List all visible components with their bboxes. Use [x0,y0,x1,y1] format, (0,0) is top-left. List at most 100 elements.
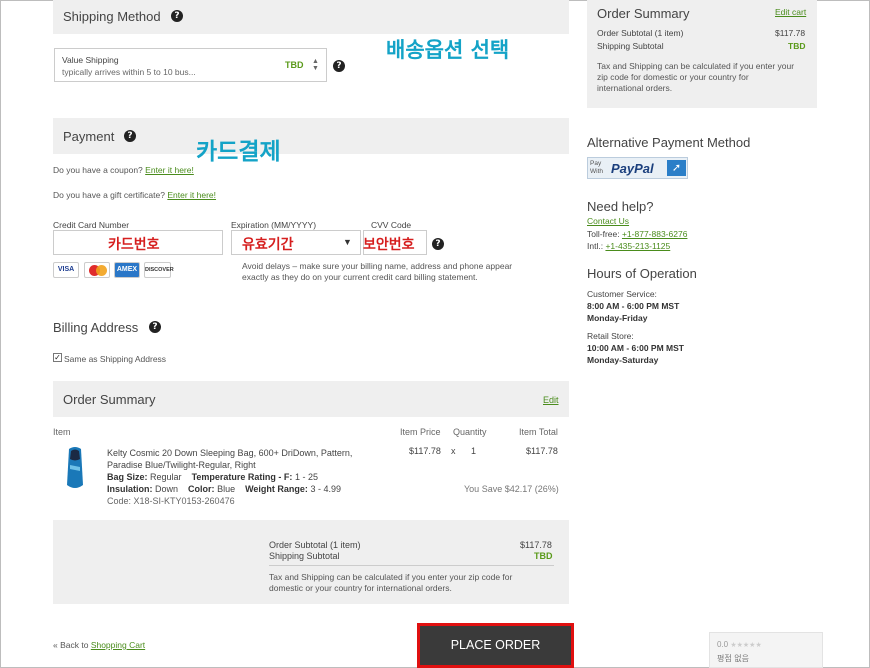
gift-text: Do you have a gift certificate? [53,190,165,200]
order-edit-link[interactable]: Edit [543,395,559,405]
sidebar-subtotal-label: Order Subtotal (1 item) [597,28,684,38]
rating-score: 0.0 [717,640,729,649]
col-price: Item Price [400,427,441,437]
sidebar-shipping-value: TBD [788,41,806,51]
order-summary-title: Order Summary [63,392,156,407]
subtotal-value: $117.78 [520,540,552,550]
back-row: « Back to Shopping Cart [53,640,145,650]
help-title: Need help? [587,199,654,214]
discover-card-icon: DISCOVER [144,262,174,278]
shipping-subtotal-value: TBD [534,551,553,561]
totals-divider [269,565,554,566]
product-thumbnail[interactable] [64,445,86,491]
cc-label: Credit Card Number [53,220,130,230]
billing-notice: Avoid delays – make sure your billing na… [242,261,512,283]
insulation-value: Down [155,484,179,494]
edit-cart-link[interactable]: Edit cart [775,7,806,17]
rs-time: 10:00 AM - 6:00 PM MST [587,343,684,353]
order-summary-header: Order Summary Edit [53,381,569,417]
color-value: Blue [217,484,236,494]
paypal-button[interactable]: Pay With PayPal ➚ [587,157,688,179]
item-price: $117.78 [409,446,441,456]
color-label: Color: [188,484,215,494]
mastercard-card-icon [84,262,110,278]
paypal-pay-with: Pay With [590,160,603,176]
billing-help-icon[interactable]: ? [149,321,161,333]
rating-text: 평점 없음 [717,654,749,663]
shipping-annotation: 배송옵션 선택 [386,38,510,62]
product-attrs-row2: Insulation: Down Color: Blue Weight Rang… [107,483,352,495]
hours-title: Hours of Operation [587,266,697,281]
insulation-label: Insulation: [107,484,153,494]
rating-row: 0.0 ★★★★★ [717,640,762,649]
shipping-option-price: TBD [285,60,304,70]
visa-card-icon: VISA [53,262,79,278]
item-qty: 1 [471,446,477,456]
cs-label: Customer Service: [587,289,657,299]
shipping-option-name: Value Shipping [62,55,119,65]
gift-link[interactable]: Enter it here! [167,190,216,200]
col-total: Item Total [519,427,558,437]
item-total: $117.78 [526,446,558,456]
payment-title: Payment [63,129,115,144]
shipping-option-help-icon[interactable]: ? [333,60,345,72]
cvv-label: CVV Code [371,220,412,230]
sidebar-summary: Order Summary Edit cart Order Subtotal (… [587,0,817,108]
billing-notice-line1: Avoid delays – make sure your billing na… [242,261,513,271]
dropdown-arrow-icon: ▼ [343,237,352,247]
contact-link[interactable]: Contact Us [587,216,629,226]
gift-row: Do you have a gift certificate? Enter it… [53,190,216,200]
product-details: Kelty Cosmic 20 Down Sleeping Bag, 600+ … [107,447,352,507]
billing-notice-line2: exactly as they do on your current credi… [242,272,478,282]
product-code: Code: X18-SI-KTY0153-260476 [107,496,235,506]
cs-time: 8:00 AM - 6:00 PM MST [587,301,680,311]
amex-card-icon: AMEX [114,262,140,278]
cvv-help-icon[interactable]: ? [432,238,444,250]
paypal-logo: PayPal [611,161,654,176]
temp-label: Temperature Rating - F: [191,472,293,482]
alt-payment-title: Alternative Payment Method [587,135,751,150]
tollfree-row: Toll-free: +1-877-883-6276 [587,229,687,239]
star-icon: ★★★★★ [730,641,762,649]
intl-row: Intl.: +1-435-213-1125 [587,241,670,251]
cc-annotation: 카드번호 [108,237,160,253]
col-item: Item [53,427,71,437]
coupon-link[interactable]: Enter it here! [145,165,194,175]
exp-label: Expiration (MM/YYYY) [231,220,317,230]
cvv-annotation: 보안번호 [363,237,415,253]
item-times: x [451,446,456,456]
place-order-button[interactable]: PLACE ORDER [417,623,574,668]
shipping-method-title: Shipping Method [63,9,161,24]
shipping-help-icon[interactable]: ? [171,10,183,22]
payment-help-icon[interactable]: ? [124,130,136,142]
tax-notice-line2: domestic or your country for internation… [269,583,452,593]
hours-block: Customer Service: 8:00 AM - 6:00 PM MST … [587,288,684,366]
sidebar-shipping-label: Shipping Subtotal [597,41,664,51]
sidebar-tax-line1: Tax and Shipping can be calculated if yo… [597,61,795,71]
same-address-checkbox[interactable]: ✓ [53,353,62,362]
rating-widget[interactable]: 0.0 ★★★★★ 평점 없음 [709,632,823,668]
sidebar-tax-notice: Tax and Shipping can be calculated if yo… [597,61,794,94]
shipping-option-desc: typically arrives within 5 to 10 bus... [62,67,196,77]
product-attrs-row1: Bag Size: Regular Temperature Rating - F… [107,471,352,483]
intl-link[interactable]: +1-435-213-1125 [605,241,670,251]
back-to-cart-link[interactable]: Shopping Cart [91,640,145,650]
same-address-label: Same as Shipping Address [64,354,167,364]
payment-header: Payment ? [53,118,569,154]
weight-value: 3 - 4.99 [310,484,341,494]
coupon-row: Do you have a coupon? Enter it here! [53,165,194,175]
product-name-line2: Paradise Blue/Twilight-Regular, Right [107,460,256,470]
product-name-line1: Kelty Cosmic 20 Down Sleeping Bag, 600+ … [107,448,353,458]
sort-arrows-icon: ▲ ▼ [312,58,319,72]
arrow-icon: ➚ [667,160,686,176]
bag-size-label: Bag Size: [107,472,148,482]
sidebar-tax-line2: zip code for domestic or your country fo… [597,72,749,82]
shipping-option-select[interactable]: Value Shipping typically arrives within … [54,48,327,82]
sidebar-tax-line3: international orders. [597,83,673,93]
tollfree-link[interactable]: +1-877-883-6276 [622,229,687,239]
shipping-subtotal-label: Shipping Subtotal [269,551,340,561]
rs-label: Retail Store: [587,331,634,341]
payment-annotation: 카드결제 [196,139,281,165]
billing-title: Billing Address [53,320,139,335]
subtotal-label: Order Subtotal (1 item) [269,540,361,550]
